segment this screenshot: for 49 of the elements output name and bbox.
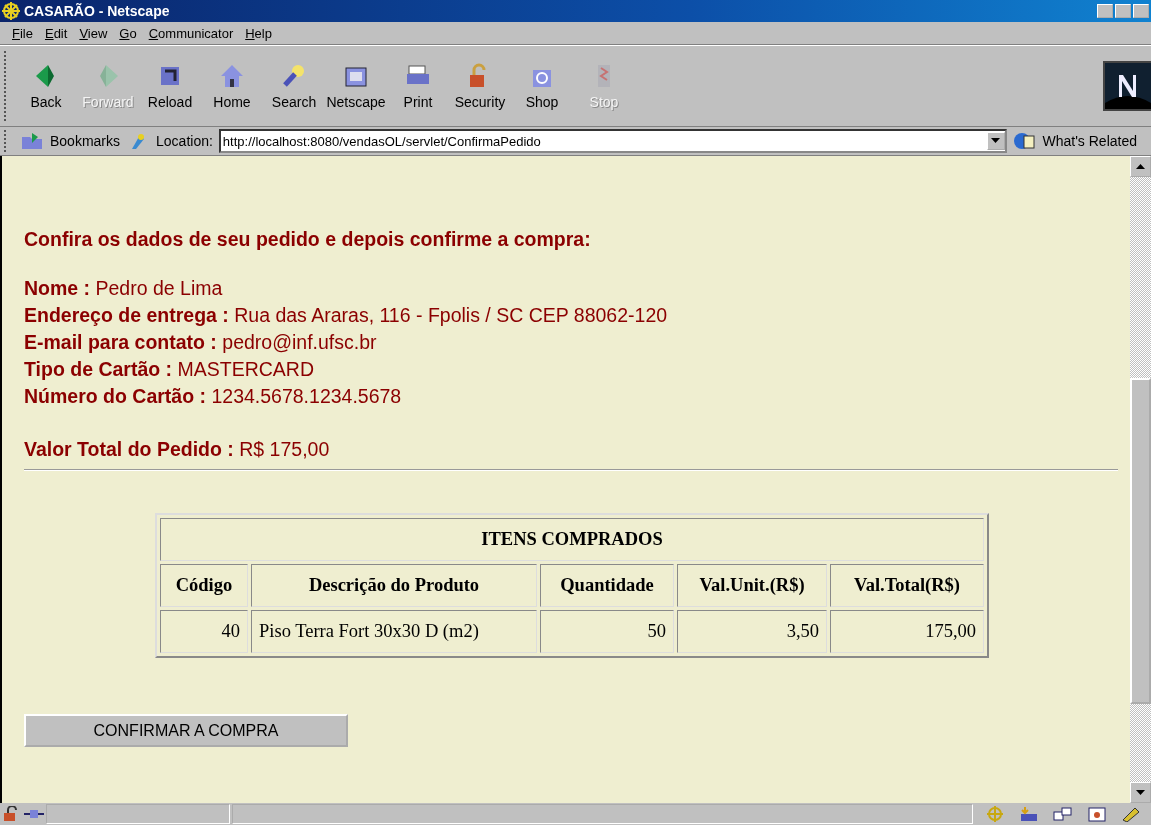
table-cell: 50 bbox=[540, 610, 674, 653]
toolbar-button[interactable]: Reload bbox=[140, 62, 200, 110]
composer-icon[interactable] bbox=[1121, 806, 1141, 822]
order-field: Endereço de entrega : Rua das Araras, 116 - Fpolis / SC CEP 88062-120 bbox=[24, 302, 1118, 329]
menu-item[interactable]: File bbox=[6, 25, 39, 41]
order-field: Nome : Pedro de Lima bbox=[24, 275, 1118, 302]
toolbar-button[interactable]: Back bbox=[16, 62, 76, 110]
menu-item[interactable]: Help bbox=[239, 25, 278, 41]
netscape-wheel-icon bbox=[2, 2, 20, 20]
toolbar-button[interactable]: Search bbox=[264, 62, 324, 110]
column-header: Descrição do Produto bbox=[251, 564, 537, 607]
order-field: E-mail para contato : pedro@inf.ufsc.br bbox=[24, 329, 1118, 356]
column-header: Código bbox=[160, 564, 248, 607]
url-field[interactable]: http://localhost:8080/vendasOL/servlet/ConfirmaPedido bbox=[218, 129, 1007, 153]
dropdown-arrow-icon bbox=[1136, 789, 1145, 796]
order-field: Número do Cartão : 1234.5678.1234.5678 bbox=[24, 383, 1118, 410]
globe-icon[interactable] bbox=[1012, 131, 1037, 151]
dropdown-arrow-icon bbox=[991, 138, 1000, 144]
netscape-logo-icon bbox=[1103, 61, 1151, 111]
column-header: Val.Unit.(R$) bbox=[677, 564, 827, 607]
toolbar-button[interactable]: Print bbox=[388, 62, 448, 110]
table-cell: 40 bbox=[160, 610, 248, 653]
toolbar-button[interactable]: Shop bbox=[512, 62, 572, 110]
page-heading: Confira os dados de seu pedido e depois confirme a compra: bbox=[24, 228, 592, 251]
menu-item[interactable]: Communicator bbox=[142, 25, 240, 41]
table-cell: 3,50 bbox=[677, 610, 827, 653]
order-field: Tipo de Cartão : MASTERCARD bbox=[24, 356, 1118, 383]
scroll-down-button[interactable] bbox=[1130, 782, 1151, 803]
history-dropdown-button[interactable] bbox=[986, 132, 1005, 150]
table-cell: Piso Terra Fort 30x30 D (m2) bbox=[251, 610, 537, 653]
table-title: ITENS COMPRADOS bbox=[160, 518, 984, 561]
menu-item[interactable]: Edit bbox=[38, 25, 74, 41]
up-arrow-icon bbox=[1136, 163, 1145, 170]
table-cell: 175,00 bbox=[830, 610, 984, 653]
menu-item[interactable]: Go bbox=[113, 25, 143, 41]
column-header: Val.Total(R$) bbox=[830, 564, 984, 607]
bookmarks-button[interactable]: Bookmarks bbox=[50, 133, 121, 149]
toolbar-button[interactable]: Security bbox=[450, 62, 510, 110]
toolbar-button[interactable]: Netscape bbox=[326, 62, 386, 110]
confirm-button[interactable]: CONFIRMAR A COMPRA bbox=[24, 714, 348, 747]
scroll-up-button[interactable] bbox=[1130, 156, 1151, 177]
order-total: Valor Total do Pedido : R$ 175,00 bbox=[24, 437, 331, 462]
toolbar-button[interactable]: Home bbox=[202, 62, 262, 110]
whats-related-button[interactable]: What's Related bbox=[1042, 133, 1137, 149]
location-label: Location: bbox=[156, 133, 213, 149]
menu-item[interactable]: View bbox=[73, 25, 114, 41]
scrollbar-thumb[interactable] bbox=[1130, 378, 1151, 704]
column-header: Quantidade bbox=[540, 564, 674, 607]
window-title: CASARÃO - Netscape bbox=[24, 3, 171, 19]
